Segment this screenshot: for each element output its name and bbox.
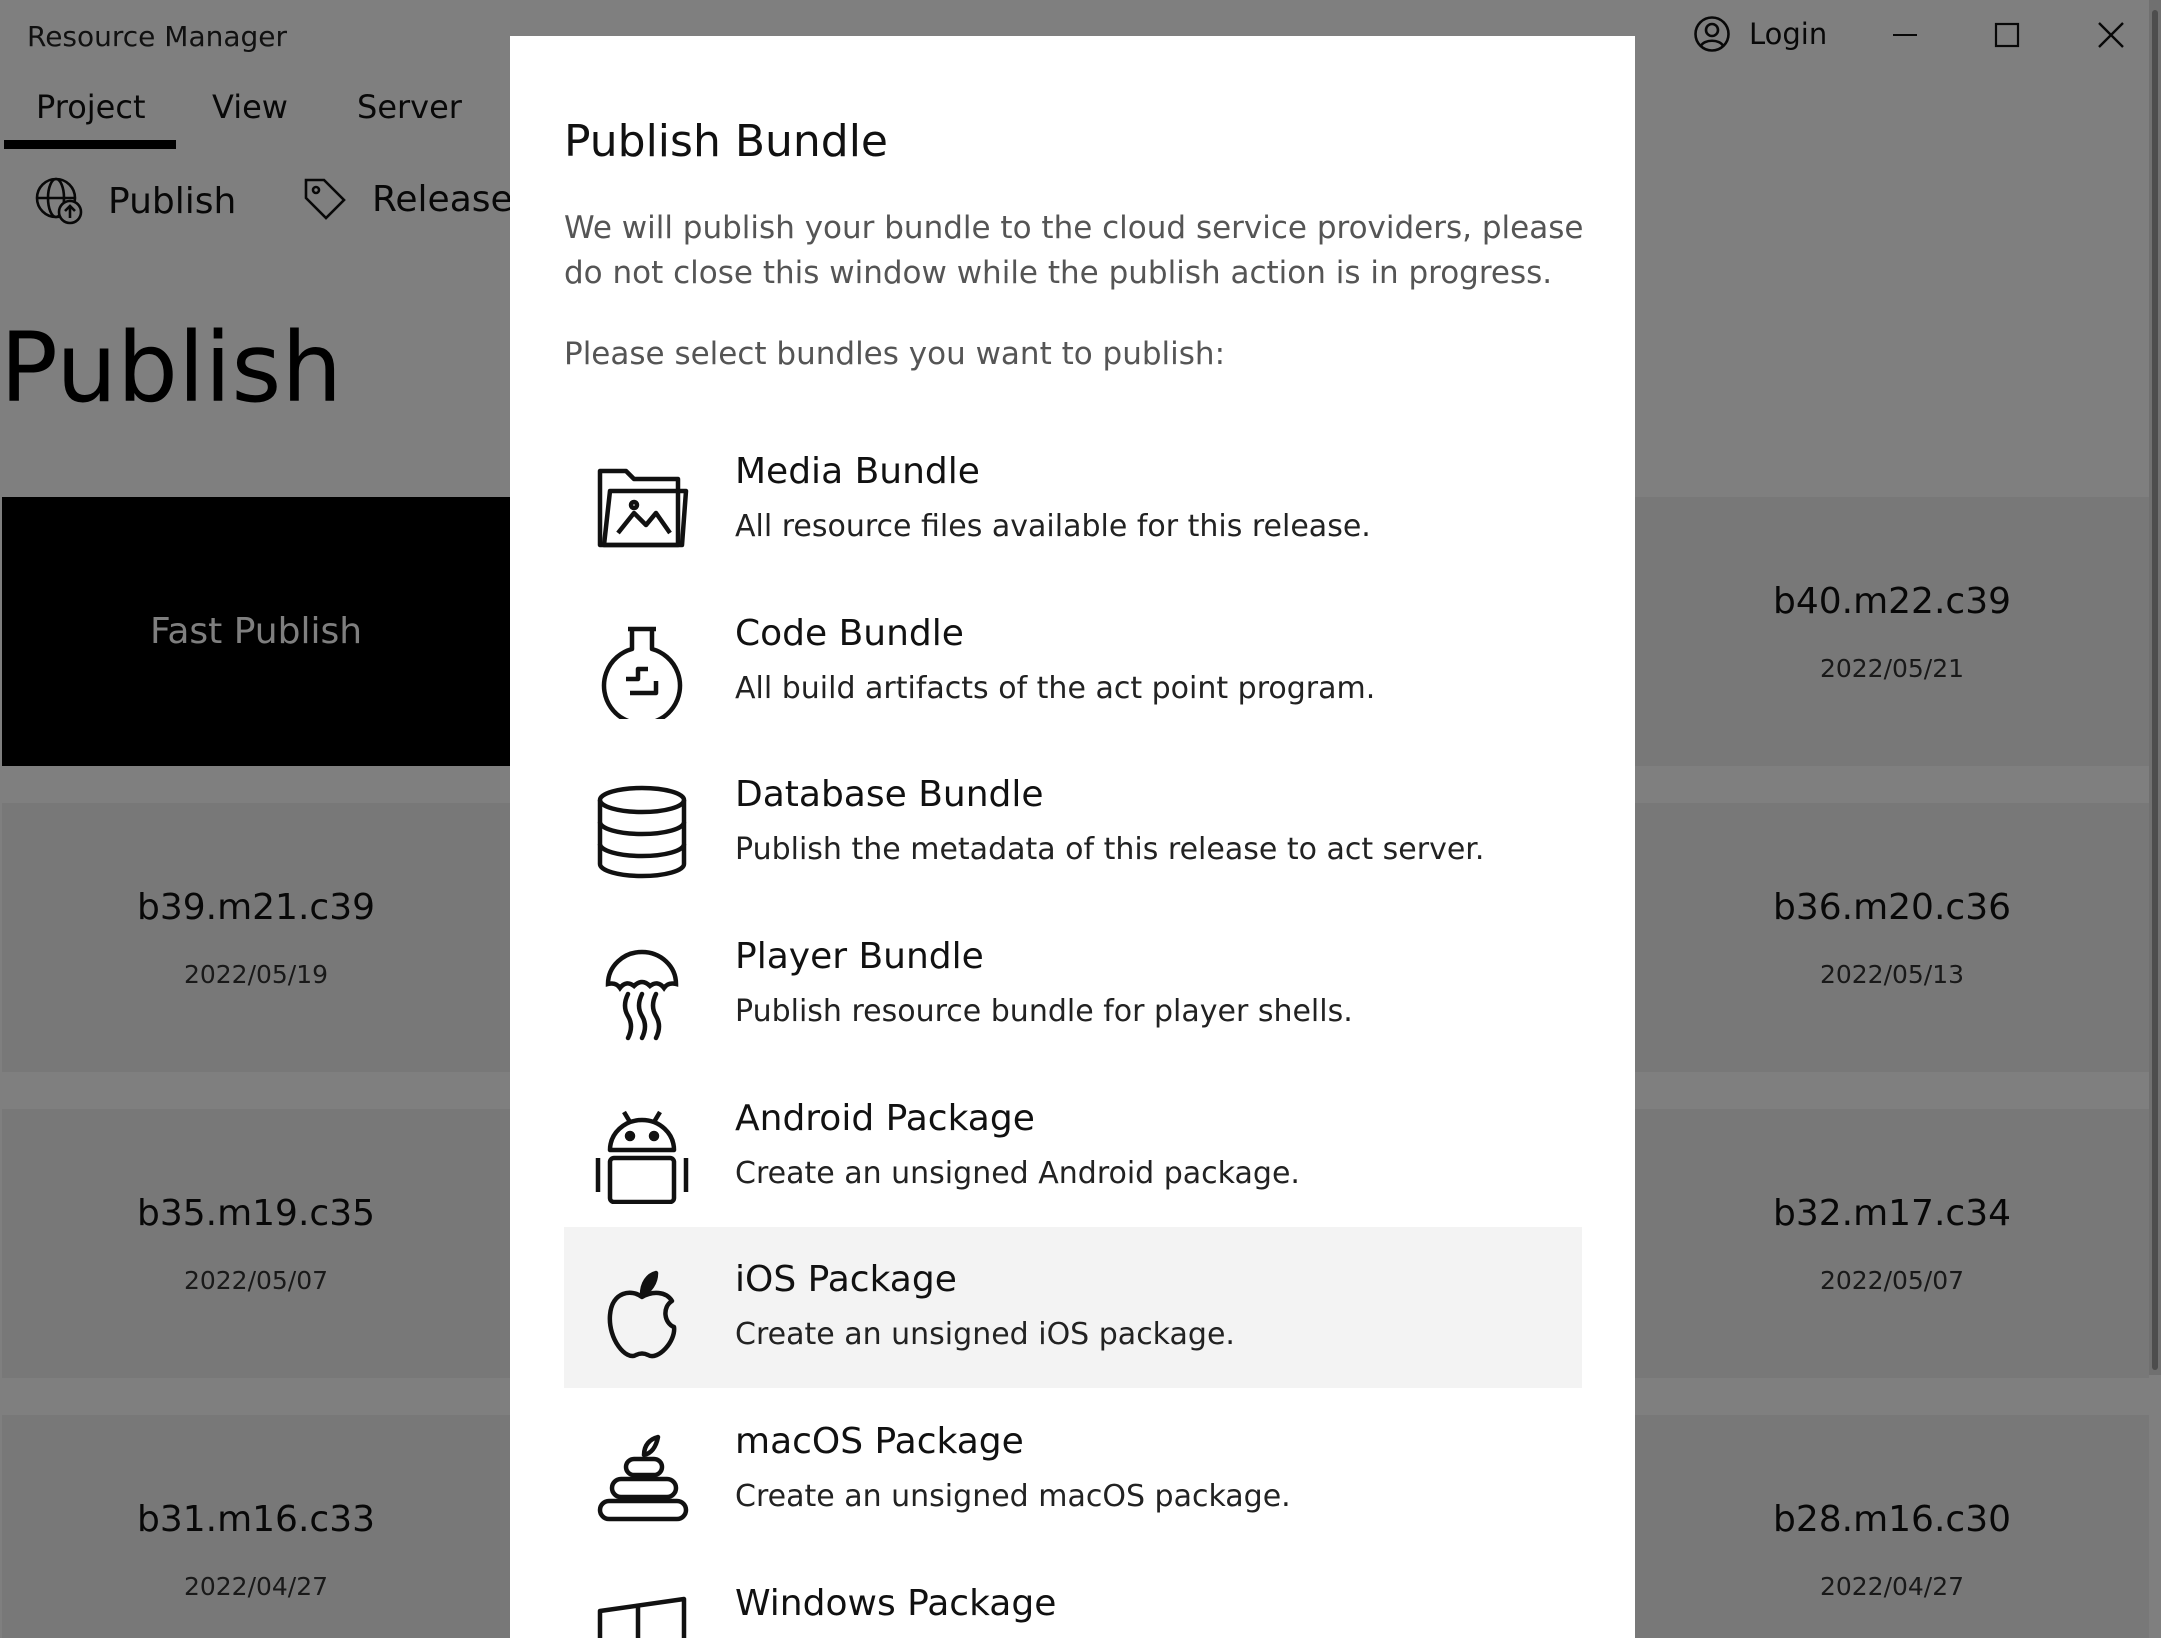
publish-bundle-dialog: Publish Bundle We will publish your bund…	[510, 36, 1635, 1638]
bundle-title: Media Bundle	[735, 451, 980, 492]
bundle-title: Windows Package	[735, 1583, 1057, 1624]
bundle-option-ios[interactable]: iOS Package Create an unsigned iOS packa…	[564, 1227, 1582, 1388]
bundle-option-android[interactable]: Android Package Create an unsigned Andro…	[564, 1066, 1582, 1227]
bundle-description: Create an unsigned iOS package.	[735, 1317, 1235, 1352]
bundle-option-code[interactable]: Code Bundle All build artifacts of the a…	[564, 581, 1582, 742]
bundle-option-macos[interactable]: macOS Package Create an unsigned macOS p…	[564, 1389, 1582, 1550]
bundle-option-database[interactable]: Database Bundle Publish the metadata of …	[564, 742, 1582, 903]
flask-icon	[601, 626, 683, 719]
bundle-title: Player Bundle	[735, 936, 984, 977]
bundle-description: All resource files available for this re…	[735, 509, 1371, 544]
bundle-option-media[interactable]: Media Bundle All resource files availabl…	[564, 419, 1582, 580]
image-folder-icon	[597, 468, 689, 548]
bundle-title: Code Bundle	[735, 613, 964, 654]
bundle-title: Database Bundle	[735, 774, 1044, 815]
android-icon	[595, 1110, 689, 1204]
app-window: Resource Manager Login Project View Serv…	[0, 0, 2161, 1638]
bundle-description: Create an unsigned Android package.	[735, 1156, 1300, 1191]
bundle-title: iOS Package	[735, 1259, 957, 1300]
jellyfish-icon	[605, 949, 679, 1041]
bundle-description: Publish the metadata of this release to …	[735, 832, 1485, 867]
apple-icon	[607, 1270, 677, 1359]
database-icon	[597, 785, 687, 879]
bundle-title: macOS Package	[735, 1421, 1024, 1462]
bundle-description: Publish resource bundle for player shell…	[735, 994, 1353, 1029]
dialog-description: We will publish your bundle to the cloud…	[564, 210, 1584, 291]
bundle-description: All build artifacts of the act point pro…	[735, 671, 1376, 706]
bundle-option-player[interactable]: Player Bundle Publish resource bundle fo…	[564, 904, 1582, 1065]
bundle-description: Create an unsigned macOS package.	[735, 1479, 1291, 1514]
stacked-apple-icon	[597, 1434, 689, 1522]
dialog-title: Publish Bundle	[564, 116, 889, 167]
bundle-title: Android Package	[735, 1098, 1035, 1139]
bundle-option-windows[interactable]: Windows Package	[564, 1551, 1582, 1638]
dialog-prompt: Please select bundles you want to publis…	[564, 336, 1226, 372]
windows-icon	[597, 1596, 687, 1638]
